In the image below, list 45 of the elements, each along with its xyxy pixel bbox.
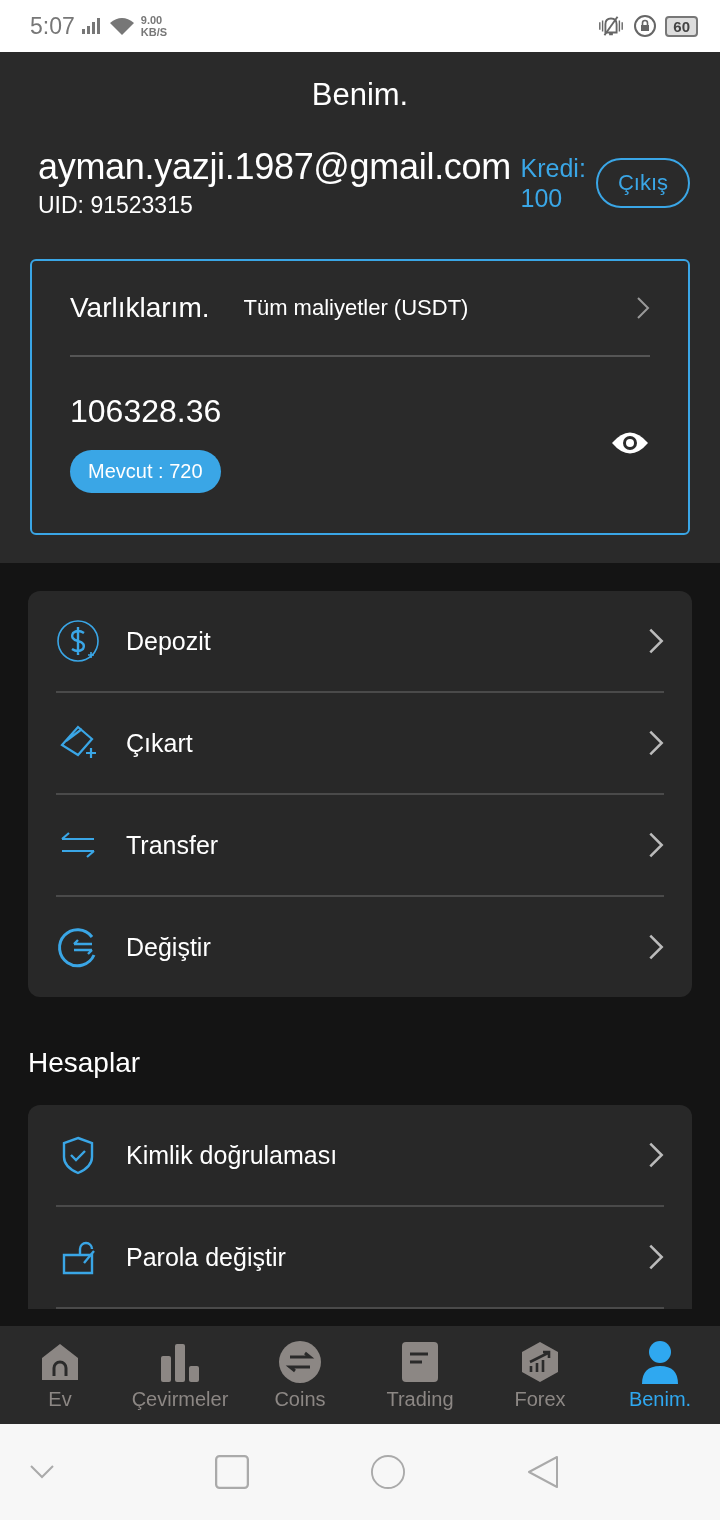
battery-level: 60 bbox=[665, 15, 698, 37]
assets-subtitle: Tüm maliyetler (USDT) bbox=[243, 295, 470, 321]
chevron-right-icon bbox=[636, 295, 650, 321]
assets-title: Varlıklarım. bbox=[70, 292, 210, 324]
user-id: UID: 91523315 bbox=[38, 192, 194, 219]
section-title: Hesaplar bbox=[28, 1046, 142, 1080]
nav-tab[interactable]: Trading bbox=[360, 1326, 480, 1424]
chevron-right-icon bbox=[648, 831, 664, 859]
chevron-right-icon bbox=[648, 1141, 664, 1169]
chevron-down-icon[interactable] bbox=[30, 1465, 54, 1479]
menu-item[interactable]: Depozit bbox=[56, 591, 664, 693]
nav-tab[interactable]: Forex bbox=[480, 1326, 600, 1424]
menu-item[interactable]: Parola değiştir bbox=[56, 1207, 664, 1309]
eye-icon[interactable] bbox=[610, 430, 650, 456]
menu-item[interactable]: Değiştir bbox=[56, 897, 664, 997]
wifi-icon bbox=[108, 16, 135, 36]
chevron-right-icon bbox=[648, 1243, 664, 1271]
total-balance: 106328.36 bbox=[70, 393, 222, 430]
nav-tab[interactable]: Ev bbox=[0, 1326, 120, 1424]
home-circle-icon[interactable] bbox=[370, 1455, 405, 1489]
menu-item[interactable]: Transfer bbox=[56, 795, 664, 897]
chevron-right-icon bbox=[648, 627, 664, 655]
page-title: Benim. bbox=[310, 76, 410, 114]
back-icon[interactable] bbox=[526, 1455, 560, 1489]
credit-value: 100 bbox=[520, 182, 564, 213]
recent-apps-icon[interactable] bbox=[215, 1455, 250, 1489]
available-badge: Mevcut : 720 bbox=[70, 450, 221, 493]
nav-tab[interactable]: Çevirmeler bbox=[120, 1326, 240, 1424]
signal-icon bbox=[80, 18, 103, 34]
nav-tab[interactable]: Coins bbox=[240, 1326, 360, 1424]
menu-item[interactable]: Kimlik doğrulaması bbox=[56, 1105, 664, 1207]
logout-button[interactable]: Çıkış bbox=[595, 157, 690, 208]
nav-tab[interactable]: Benim. bbox=[600, 1326, 720, 1424]
speed-unit: KB/S bbox=[140, 26, 168, 38]
network-speed: 9.00 bbox=[140, 14, 164, 26]
muted-bell-icon bbox=[597, 14, 626, 38]
chevron-right-icon bbox=[648, 729, 664, 757]
clock-time: 5:07 bbox=[30, 12, 75, 40]
swap-icon bbox=[278, 1339, 322, 1384]
chevron-right-icon bbox=[648, 933, 664, 961]
menu-item[interactable]: Çıkart bbox=[56, 693, 664, 795]
account-email: ayman.yazji.1987@gmail.com bbox=[38, 146, 512, 188]
assets-header[interactable]: Varlıklarım. Tüm maliyetler (USDT) bbox=[70, 261, 650, 357]
credit-label: Kredi: bbox=[520, 152, 586, 183]
dollar-icon bbox=[56, 619, 100, 663]
